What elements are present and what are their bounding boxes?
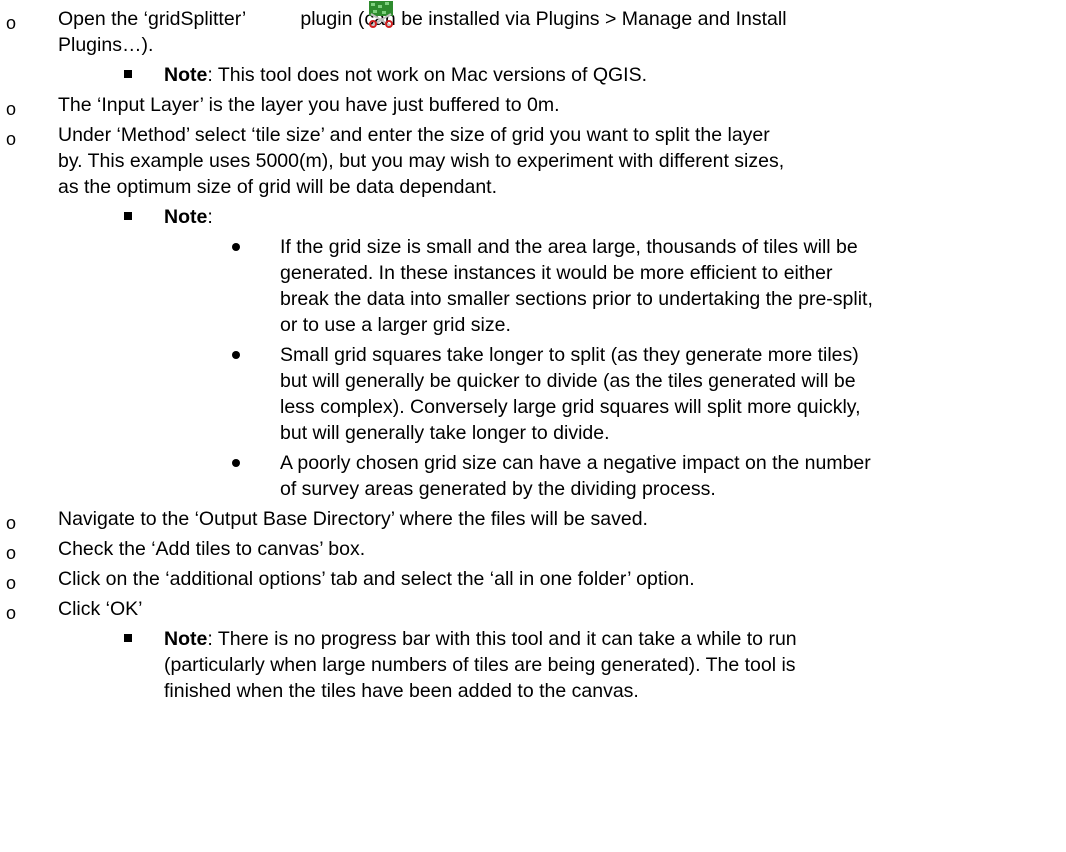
note: Note:: [164, 204, 213, 230]
note-label: Note: [164, 64, 208, 86]
gridsplitter-plugin-icon: [369, 1, 393, 28]
note: Note: There is no progress bar with this…: [164, 626, 797, 652]
list-item-text-cont: Plugins…).: [58, 34, 154, 56]
note-text: :: [207, 206, 213, 228]
sub-bullet-text-cont: but will generally take longer to divide…: [280, 422, 610, 444]
list-item-text-cont: by. This example uses 5000(m), but you m…: [58, 150, 785, 172]
square-bullet: [124, 626, 134, 642]
sub-bullet-text-cont: or to use a larger grid size.: [280, 314, 511, 336]
sub-bullet-text: Small grid squares take longer to split …: [280, 344, 859, 366]
bullet-marker: o: [5, 603, 16, 623]
bullet-marker: o: [5, 543, 16, 563]
sub-bullet-text: If the grid size is small and the area l…: [280, 236, 858, 258]
sub-bullet-text-cont: of survey areas generated by the dividin…: [280, 478, 716, 500]
sub-bullet-text-cont: break the data into smaller sections pri…: [280, 288, 873, 310]
sub-bullet-text-cont: but will generally be quicker to divide …: [280, 370, 856, 392]
bullet-marker: o: [5, 13, 16, 33]
list-item-text: Click on the ‘additional options’ tab an…: [58, 568, 695, 590]
note-text-cont: (particularly when large numbers of tile…: [164, 654, 796, 676]
bullet-marker: o: [5, 513, 16, 533]
list-item-text: Navigate to the ‘Output Base Directory’ …: [58, 508, 648, 530]
sub-bullet-text: A poorly chosen grid size can have a neg…: [280, 452, 871, 474]
round-bullet: [232, 450, 242, 467]
round-bullet: [232, 234, 242, 251]
list-item-text: The ‘Input Layer’ is the layer you have …: [58, 94, 560, 116]
list-item-text: Open the ‘gridSplitter’ plugin (can be i…: [58, 6, 1058, 32]
note-label: Note: [164, 206, 208, 228]
bullet-marker: o: [5, 573, 16, 593]
note: Note: This tool does not work on Mac ver…: [164, 62, 647, 88]
list-item-text: Under ‘Method’ select ‘tile size’ and en…: [58, 124, 770, 146]
list-item-text-cont: as the optimum size of grid will be data…: [58, 176, 498, 198]
note-text-cont: finished when the tiles have been added …: [164, 680, 639, 702]
sub-bullet-text-cont: generated. In these instances it would b…: [280, 262, 833, 284]
square-bullet: [124, 204, 134, 220]
square-bullet: [124, 62, 134, 78]
bullet-marker: o: [5, 129, 16, 149]
note-text: : This tool does not work on Mac version…: [207, 64, 648, 86]
list-item-text: Click ‘OK’: [58, 598, 143, 620]
list-item-text: Check the ‘Add tiles to canvas’ box.: [58, 538, 366, 560]
note-label: Note: [164, 628, 208, 650]
sub-bullet-text-cont: less complex). Conversely large grid squ…: [280, 396, 861, 418]
note-text: : There is no progress bar with this too…: [207, 628, 797, 650]
round-bullet: [232, 342, 242, 359]
bullet-marker: o: [5, 99, 16, 119]
text-run: Open the ‘gridSplitter’: [58, 8, 246, 30]
